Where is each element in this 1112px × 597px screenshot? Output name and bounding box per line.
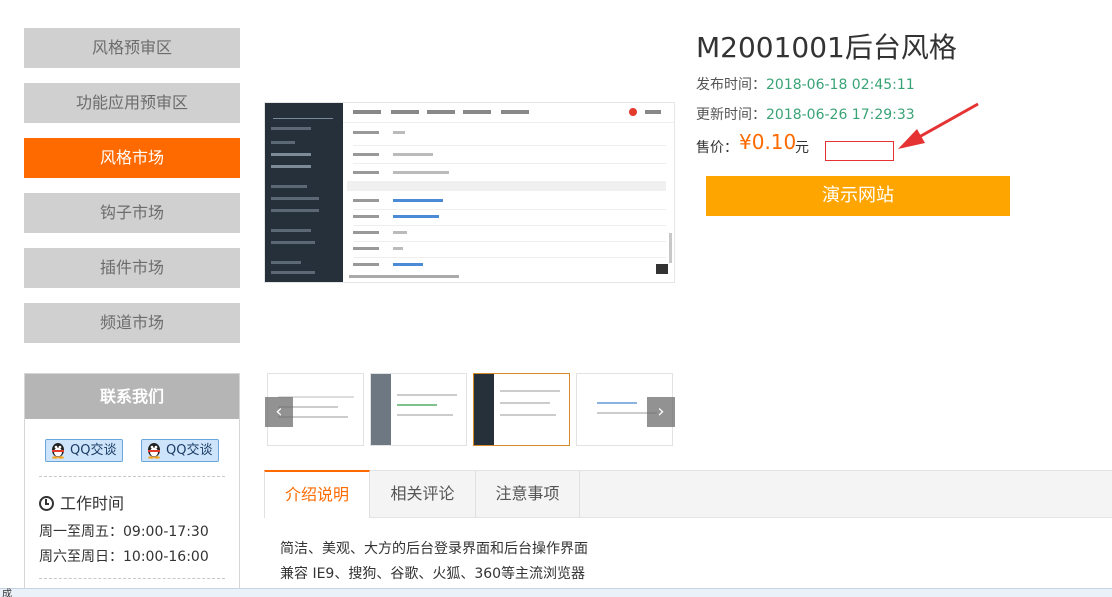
- tab-notes[interactable]: 注意事项: [476, 470, 580, 518]
- theme-preview-image: [264, 102, 675, 283]
- qq-chat-button[interactable]: QQ交谈: [45, 439, 123, 462]
- qq-chat-label: QQ交谈: [166, 443, 213, 458]
- price-value: ¥0.10: [739, 130, 797, 154]
- update-time: 更新时间：2018-06-26 17:29:33: [696, 104, 915, 124]
- tab-comments[interactable]: 相关评论: [370, 470, 476, 518]
- update-time-label: 更新时间：: [696, 107, 766, 123]
- contact-title: 联系我们: [25, 374, 239, 419]
- divider: [39, 578, 225, 579]
- annotation-highlight-box: [825, 141, 894, 161]
- qq-chat-button[interactable]: QQ交谈: [141, 439, 219, 462]
- sidebar-item-channel-market[interactable]: 频道市场: [24, 303, 240, 343]
- gallery-thumb[interactable]: [370, 373, 467, 446]
- clock-icon: [39, 496, 54, 511]
- qq-penguin-icon: [148, 443, 160, 459]
- gallery-next-arrow[interactable]: ›: [647, 397, 675, 427]
- update-time-value: 2018-06-26 17:29:33: [766, 107, 915, 123]
- sidebar-item-plugin-market[interactable]: 插件市场: [24, 248, 240, 288]
- work-hours-weekend: 周六至周日：10:00-16:00: [39, 549, 209, 565]
- description-line: 简洁、美观、大方的后台登录界面和后台操作界面: [280, 541, 588, 557]
- gallery-prev-arrow[interactable]: ‹: [265, 397, 293, 427]
- tab-introduction[interactable]: 介绍说明: [264, 470, 370, 518]
- preview-topbar: [343, 103, 674, 123]
- price-label: 售价：: [696, 140, 738, 156]
- contact-panel: 联系我们 QQ交谈 QQ交谈 工作时间 周一至周五：09:00-17:30 周六…: [24, 373, 240, 597]
- gallery-thumb-selected[interactable]: [473, 373, 570, 446]
- work-time-label: 工作时间: [60, 494, 125, 513]
- sidebar-item-style-preview[interactable]: 风格预审区: [24, 28, 240, 68]
- product-title: M2001001后台风格: [696, 31, 957, 64]
- divider: [39, 476, 225, 477]
- sidebar-item-app-preview[interactable]: 功能应用预审区: [24, 83, 240, 123]
- work-hours-weekday: 周一至周五：09:00-17:30: [39, 524, 209, 540]
- status-text: 成: [2, 589, 12, 597]
- work-time-heading: 工作时间: [39, 490, 124, 514]
- sidebar-item-style-market[interactable]: 风格市场: [24, 138, 240, 178]
- detail-tabs: 介绍说明 相关评论 注意事项: [264, 470, 1112, 518]
- description-line: 兼容 IE9、搜狗、谷歌、火狐、360等主流浏览器: [280, 566, 586, 582]
- preview-logo: [273, 107, 333, 119]
- publish-time: 发布时间：2018-06-18 02:45:11: [696, 74, 915, 94]
- publish-time-value: 2018-06-18 02:45:11: [766, 77, 915, 93]
- preview-back-to-top-icon: [656, 264, 668, 274]
- preview-sidebar: [265, 103, 343, 282]
- price-unit: 元: [795, 140, 809, 156]
- sidebar-item-hook-market[interactable]: 钩子市场: [24, 193, 240, 233]
- demo-site-button[interactable]: 演示网站: [706, 176, 1010, 216]
- qq-penguin-icon: [52, 443, 64, 459]
- browser-status-bar: 成: [0, 588, 1112, 597]
- publish-time-label: 发布时间：: [696, 77, 766, 93]
- qq-chat-label: QQ交谈: [70, 443, 117, 458]
